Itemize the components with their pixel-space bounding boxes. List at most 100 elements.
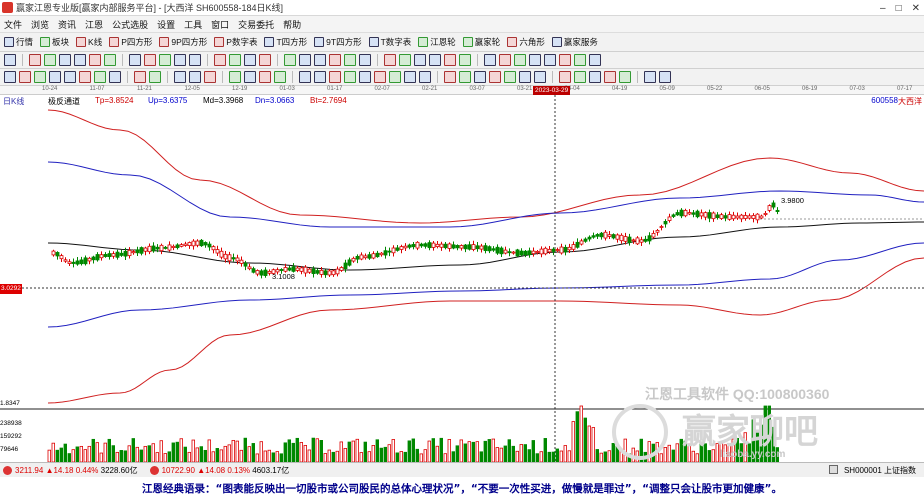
close-icon[interactable]: ✕	[912, 3, 920, 14]
tool-icon[interactable]	[499, 54, 511, 66]
sectors-button[interactable]: 板块	[40, 36, 69, 48]
p-table-button[interactable]: P数字表	[214, 36, 257, 48]
tool-icon[interactable]	[34, 71, 46, 83]
tool-icon[interactable]	[4, 71, 16, 83]
tool-icon[interactable]	[4, 54, 16, 66]
menu-trade[interactable]: 交易委托	[238, 18, 274, 31]
tool-icon[interactable]	[74, 54, 86, 66]
menu-gann[interactable]: 江恩	[85, 18, 103, 31]
tool-icon[interactable]	[344, 54, 356, 66]
tool-icon[interactable]	[149, 71, 161, 83]
tool-icon[interactable]	[444, 71, 456, 83]
menu-browse[interactable]: 浏览	[31, 18, 49, 31]
tool-icon[interactable]	[134, 71, 146, 83]
tool-icon[interactable]	[589, 71, 601, 83]
tool-icon[interactable]	[484, 54, 496, 66]
tool-icon[interactable]	[389, 71, 401, 83]
tool-icon[interactable]	[159, 54, 171, 66]
tool-icon[interactable]	[384, 54, 396, 66]
tool-icon[interactable]	[259, 54, 271, 66]
tool-icon[interactable]	[574, 54, 586, 66]
tool-icon[interactable]	[89, 54, 101, 66]
tool-icon[interactable]	[404, 71, 416, 83]
menu-help[interactable]: 帮助	[283, 18, 301, 31]
tool-icon[interactable]	[274, 71, 286, 83]
tool-icon[interactable]	[129, 54, 141, 66]
tool-icon[interactable]	[104, 54, 116, 66]
menu-settings[interactable]: 设置	[157, 18, 175, 31]
tool-icon[interactable]	[29, 54, 41, 66]
tool-icon[interactable]	[44, 54, 56, 66]
tool-icon[interactable]	[299, 71, 311, 83]
tool-icon[interactable]	[574, 71, 586, 83]
tool-icon[interactable]	[429, 54, 441, 66]
tool-icon[interactable]	[559, 71, 571, 83]
menu-file[interactable]: 文件	[4, 18, 22, 31]
tool-icon[interactable]	[229, 54, 241, 66]
tool-icon[interactable]	[419, 71, 431, 83]
9t-square-button[interactable]: 9T四方形	[314, 36, 362, 48]
kline-button[interactable]: K线	[76, 36, 102, 48]
tool-icon[interactable]	[414, 54, 426, 66]
tool-icon[interactable]	[189, 71, 201, 83]
tool-icon[interactable]	[204, 71, 216, 83]
tool-icon[interactable]	[94, 71, 106, 83]
tool-icon[interactable]	[589, 54, 601, 66]
tool-icon[interactable]	[489, 71, 501, 83]
tool-icon[interactable]	[329, 71, 341, 83]
tool-icon[interactable]	[174, 71, 186, 83]
tool-icon[interactable]	[559, 54, 571, 66]
tool-icon[interactable]	[534, 71, 546, 83]
tool-icon[interactable]	[314, 54, 326, 66]
tool-icon[interactable]	[329, 54, 341, 66]
tool-icon[interactable]	[529, 54, 541, 66]
tool-icon[interactable]	[259, 71, 271, 83]
tool-icon[interactable]	[214, 54, 226, 66]
tool-icon[interactable]	[459, 71, 471, 83]
kline-chart[interactable]: 10-24 11-07 11-21 12-05 12-19 01-03 01-17 02-07…	[0, 86, 924, 462]
tool-icon[interactable]	[79, 71, 91, 83]
menu-tools[interactable]: 工具	[184, 18, 202, 31]
t-table-button[interactable]: T数字表	[368, 36, 411, 48]
tool-icon[interactable]	[174, 54, 186, 66]
menu-window[interactable]: 窗口	[211, 18, 229, 31]
tool-icon[interactable]	[604, 71, 616, 83]
tool-icon[interactable]	[109, 71, 121, 83]
tool-icon[interactable]	[314, 71, 326, 83]
menu-formula-select[interactable]: 公式选股	[112, 18, 148, 31]
tool-icon[interactable]	[359, 71, 371, 83]
tool-icon[interactable]	[284, 54, 296, 66]
minimize-icon[interactable]: –	[880, 3, 886, 14]
tool-icon[interactable]	[444, 54, 456, 66]
tool-icon[interactable]	[659, 71, 671, 83]
index-selector[interactable]: SH000001 上证指数	[844, 465, 916, 476]
hexagon-button[interactable]: 六角形	[507, 36, 545, 48]
tool-icon[interactable]	[189, 54, 201, 66]
winner-wheel-button[interactable]: 赢家轮	[462, 36, 500, 48]
tool-icon[interactable]	[359, 54, 371, 66]
tool-icon[interactable]	[514, 54, 526, 66]
winner-service-button[interactable]: 赢家服务	[551, 36, 598, 48]
t-square-button[interactable]: T四方形	[264, 36, 307, 48]
tool-icon[interactable]	[64, 71, 76, 83]
tool-icon[interactable]	[244, 71, 256, 83]
tool-icon[interactable]	[299, 54, 311, 66]
tool-icon[interactable]	[544, 54, 556, 66]
p-square-button[interactable]: P四方形	[109, 36, 152, 48]
tool-icon[interactable]	[644, 71, 656, 83]
tool-icon[interactable]	[619, 71, 631, 83]
quotes-button[interactable]: 行情	[4, 36, 33, 48]
tool-icon[interactable]	[59, 54, 71, 66]
gann-wheel-button[interactable]: 江恩轮	[418, 36, 456, 48]
tool-icon[interactable]	[459, 54, 471, 66]
9p-square-button[interactable]: 9P四方形	[159, 36, 207, 48]
tool-icon[interactable]	[519, 71, 531, 83]
tool-icon[interactable]	[49, 71, 61, 83]
tool-icon[interactable]	[244, 54, 256, 66]
tool-icon[interactable]	[504, 71, 516, 83]
tool-icon[interactable]	[144, 54, 156, 66]
tool-icon[interactable]	[374, 71, 386, 83]
menu-news[interactable]: 资讯	[58, 18, 76, 31]
tool-icon[interactable]	[474, 71, 486, 83]
tool-icon[interactable]	[19, 71, 31, 83]
